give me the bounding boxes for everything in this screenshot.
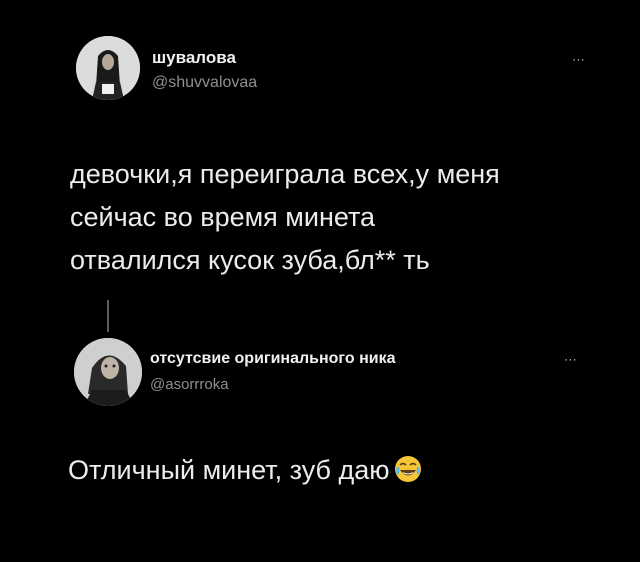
display-name[interactable]: отсутсвие оригинального ника — [150, 350, 396, 368]
more-options-icon[interactable]: ⋯ — [564, 352, 578, 368]
user-handle[interactable]: @asorrroka — [150, 376, 229, 393]
tweet-text: Отличный минет, зуб даю — [68, 455, 390, 485]
avatar[interactable] — [74, 338, 142, 406]
more-options-icon[interactable]: ⋯ — [572, 52, 586, 68]
display-name[interactable]: шувалова — [152, 48, 236, 68]
thread-connector — [107, 300, 109, 332]
user-handle[interactable]: @shuvvalovaa — [152, 74, 257, 92]
tweet-text: девочки,я переиграла всех,у меня сейчас … — [70, 159, 500, 275]
tweet-text-row: Отличный минет, зуб даю — [68, 452, 608, 492]
face-with-tears-of-joy-icon — [394, 455, 422, 492]
avatar[interactable] — [76, 36, 140, 100]
avatar-person-icon — [76, 36, 140, 100]
avatar-person-icon — [74, 338, 142, 406]
